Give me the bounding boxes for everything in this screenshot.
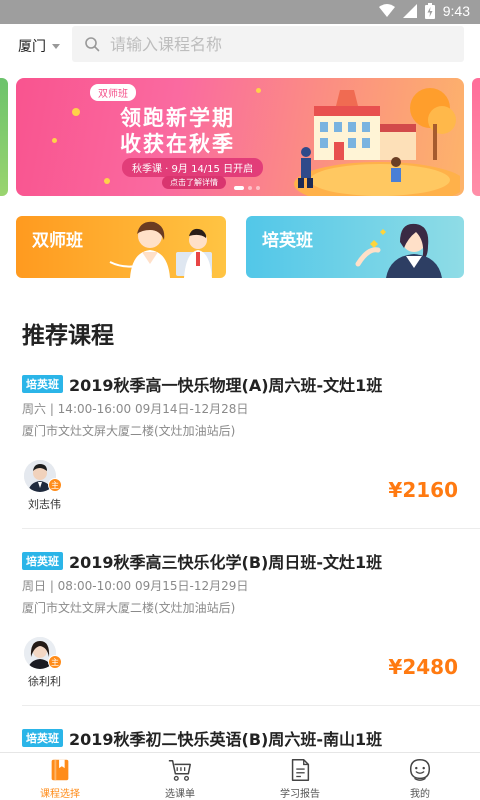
teacher-illustration [355, 223, 442, 278]
course-location: 厦门市文灶文屏大厦二楼(文灶加油站后) [22, 601, 236, 615]
carousel-dot [256, 186, 260, 190]
category-label: 培英班 [262, 231, 313, 251]
cellular-icon [402, 4, 417, 18]
tab-selection-list[interactable]: 选课单 [120, 753, 240, 800]
course-type-badge: 培英班 [22, 552, 63, 570]
search-box[interactable] [72, 26, 464, 62]
banner-slide[interactable]: 双师班 领跑新学期 收获在秋季 秋季课 · 9月 14/15 日开启 点击了解详… [16, 78, 464, 196]
decor-dot [72, 108, 80, 116]
course-name: 2019秋季高一快乐物理(A)周六班-文灶1班 [69, 376, 383, 395]
decor-dot [104, 178, 110, 184]
banner-title-line2: 收获在秋季 [120, 132, 235, 156]
teacher-name: 徐利利 [28, 675, 61, 688]
course-type-badge: 培英班 [22, 729, 63, 747]
course-name: 2019秋季初二快乐英语(B)周六班-南山1班 [69, 730, 383, 749]
course-schedule: 周六 | 14:00-16:00 09月14日-12月28日 [22, 402, 249, 416]
teachers-illustration [109, 221, 212, 278]
status-bar: 9:43 [0, 0, 480, 24]
decor-dot [52, 138, 57, 143]
status-icons: 9:43 [378, 3, 470, 19]
cart-icon [168, 759, 191, 781]
banner-next-peek [472, 78, 480, 196]
tab-mine[interactable]: 我的 [360, 753, 480, 800]
teacher-name: 刘志伟 [28, 498, 61, 511]
profile-icon [409, 759, 431, 781]
report-icon [291, 759, 310, 781]
course-header: 培英班 2019秋季高三快乐化学(B)周日班-文灶1班 [22, 549, 382, 573]
tab-study-report[interactable]: 学习报告 [240, 753, 360, 800]
tab-label: 我的 [410, 789, 430, 800]
chevron-down-icon [52, 43, 60, 49]
tab-label: 学习报告 [280, 789, 320, 800]
divider [22, 705, 480, 706]
carousel-dot [248, 186, 252, 190]
lead-teacher-badge: 主 [48, 478, 62, 492]
banner-cta-button[interactable]: 点击了解详情 [162, 176, 226, 189]
carousel-indicator [234, 186, 260, 190]
course-type-badge: 培英班 [22, 375, 63, 393]
lead-teacher-badge: 主 [48, 655, 62, 669]
course-price: ¥2160 [388, 478, 458, 502]
decor-dot [256, 88, 261, 93]
banner-date: 秋季课 · 9月 14/15 日开启 [122, 158, 264, 177]
tab-course-selection[interactable]: 课程选择 [0, 753, 120, 800]
course-name: 2019秋季高三快乐化学(B)周日班-文灶1班 [69, 553, 383, 572]
category-label: 双师班 [32, 231, 83, 251]
divider [22, 528, 480, 529]
section-title-recommended: 推荐课程 [22, 323, 114, 349]
tab-label: 课程选择 [40, 789, 80, 800]
course-schedule: 周日 | 08:00-10:00 09月15日-12月29日 [22, 579, 249, 593]
wifi-icon [378, 4, 395, 17]
search-row: 厦门 [0, 24, 480, 70]
course-location: 厦门市文灶文屏大厦二楼(文灶加油站后) [22, 424, 236, 438]
clock: 9:43 [442, 3, 470, 19]
carousel-dot-active [234, 186, 244, 190]
banner-carousel[interactable]: 双师班 领跑新学期 收获在秋季 秋季课 · 9月 14/15 日开启 点击了解详… [0, 78, 480, 196]
category-card-elite[interactable]: 培英班 [246, 216, 464, 278]
city-label: 厦门 [18, 39, 46, 55]
city-selector[interactable]: 厦门 [18, 36, 60, 56]
search-icon [85, 37, 100, 52]
battery-icon [424, 3, 435, 19]
bottom-tab-bar: 课程选择 选课单 学习报告 我的 [0, 752, 480, 800]
course-header: 培英班 2019秋季高一快乐物理(A)周六班-文灶1班 [22, 372, 382, 396]
course-header: 培英班 2019秋季初二快乐英语(B)周六班-南山1班 [22, 726, 382, 750]
tab-label: 选课单 [165, 789, 195, 800]
banner-tag: 双师班 [90, 84, 136, 101]
category-card-dual-teacher[interactable]: 双师班 [16, 216, 226, 278]
school-illustration [294, 88, 460, 196]
book-icon [51, 759, 69, 781]
banner-prev-peek [0, 78, 8, 196]
course-price: ¥2480 [388, 655, 458, 679]
search-input[interactable] [110, 34, 440, 54]
